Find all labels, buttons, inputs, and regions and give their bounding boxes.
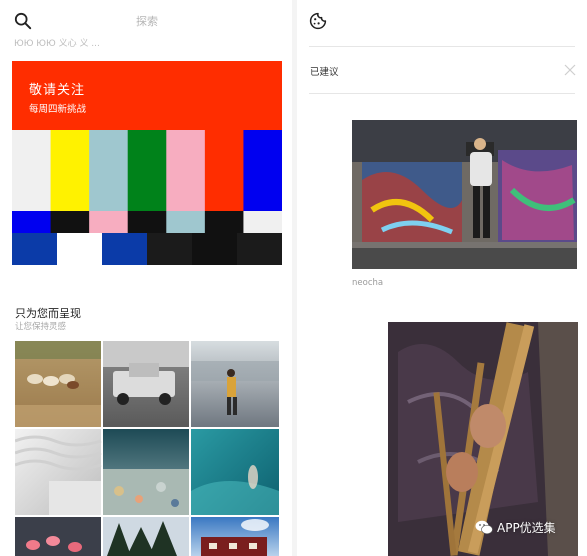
wechat-icon xyxy=(475,520,493,535)
grid-photo-wall[interactable] xyxy=(15,429,102,515)
color-bar xyxy=(243,211,282,233)
color-bar xyxy=(12,130,52,211)
divider-line xyxy=(309,93,575,94)
photo-caption: neocha xyxy=(352,278,384,288)
cookie-icon[interactable] xyxy=(309,12,327,30)
color-bar xyxy=(127,211,167,233)
color-bar xyxy=(166,211,206,233)
color-bar xyxy=(243,130,282,211)
search-icon[interactable] xyxy=(14,12,32,30)
color-bar xyxy=(89,211,129,233)
grid-photo-sheep[interactable] xyxy=(15,341,101,427)
watermark: APP优选集 xyxy=(475,519,556,536)
card-header: 敬请关注 每周四新挑战 xyxy=(12,61,282,130)
close-icon[interactable] xyxy=(564,61,576,76)
section-subtitle: 让您保持灵感 xyxy=(15,322,67,332)
divider-line xyxy=(309,46,575,47)
color-bar xyxy=(50,130,90,211)
grid-photo-sea[interactable] xyxy=(191,429,279,515)
color-bar xyxy=(50,211,90,233)
color-bar xyxy=(12,233,58,265)
grid-photo-flamingos[interactable] xyxy=(15,517,101,556)
color-bar xyxy=(102,233,148,265)
card-title: 敬请关注 xyxy=(29,83,86,98)
suggested-label: 已建议 xyxy=(310,67,339,78)
inspiration-grid xyxy=(15,341,279,556)
color-bar xyxy=(166,130,206,211)
suggested-photo-graffiti[interactable] xyxy=(352,120,577,269)
weekly-challenge-card[interactable]: 敬请关注 每周四新挑战 xyxy=(12,61,282,265)
color-bar xyxy=(204,211,244,233)
search-subtitle: ЮЮ ЮЮ 义心 义 ... xyxy=(14,39,100,49)
explore-panel: 探索 ЮЮ ЮЮ 义心 义 ... 敬请关注 每周四新挑战 只为您而呈现 让您保… xyxy=(0,0,292,556)
color-bar xyxy=(147,233,193,265)
color-bar xyxy=(192,233,238,265)
grid-photo-forest[interactable] xyxy=(103,517,189,556)
color-bar xyxy=(12,211,52,233)
suggested-panel: 已建议 neocha APP优选集 xyxy=(297,0,587,556)
grid-photo-temple[interactable] xyxy=(191,517,279,556)
color-bar xyxy=(57,233,103,265)
section-title: 只为您而呈现 xyxy=(15,307,81,320)
grid-photo-truck[interactable] xyxy=(103,341,189,427)
card-subtitle: 每周四新挑战 xyxy=(29,104,87,115)
watermark-text: APP优选集 xyxy=(497,521,556,535)
color-bars-graphic xyxy=(12,130,282,265)
color-bar xyxy=(127,130,167,211)
grid-photo-shells[interactable] xyxy=(103,429,189,515)
grid-photo-street[interactable] xyxy=(191,341,279,427)
color-bar xyxy=(237,233,282,265)
color-bar xyxy=(204,130,244,211)
search-input[interactable]: 探索 xyxy=(136,13,158,29)
color-bar xyxy=(89,130,129,211)
